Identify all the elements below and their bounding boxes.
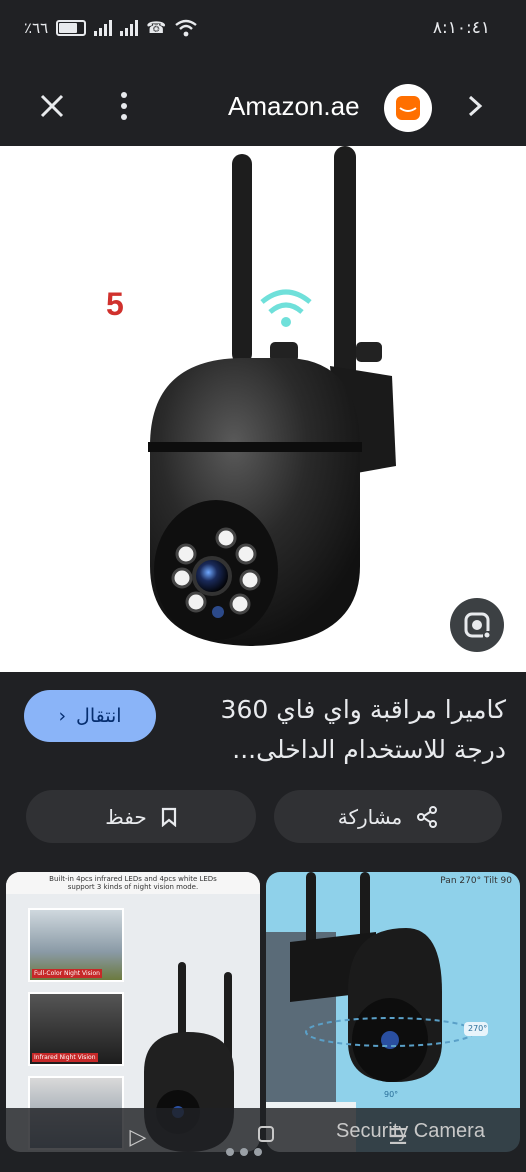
thumb-label-color: Full-Color Night Vision — [32, 969, 102, 978]
back-nav-icon[interactable]: ▷ — [118, 1124, 158, 1152]
result-title[interactable]: كاميرا مراقبة واي فاي 360 درجة للاستخدام… — [190, 690, 506, 770]
status-time: ٨:١٠:٤١ — [432, 18, 490, 38]
share-label: مشاركة — [337, 804, 403, 829]
image-overlay-number: 5 — [106, 286, 124, 322]
share-button[interactable]: مشاركة — [274, 790, 502, 843]
signal-icon-2 — [120, 19, 139, 36]
battery-percent: ٪٦٦ — [24, 18, 49, 37]
signal-icon — [94, 19, 113, 36]
custom-tab-toolbar: Amazon.ae — [0, 64, 526, 146]
save-button[interactable]: حفظ — [26, 790, 256, 843]
carousel-dots — [226, 1148, 262, 1156]
google-lens-button[interactable] — [450, 598, 504, 652]
call-icon: ☎ — [146, 18, 167, 37]
thumb-panel-ir: Infrared Night Vision — [28, 992, 124, 1066]
visit-button[interactable]: › انتقال — [24, 690, 156, 742]
thumb-panel-color: Full-Color Night Vision — [28, 908, 124, 982]
product-image[interactable]: 5 — [0, 146, 526, 672]
thumb-caption: Security Camera — [336, 1120, 485, 1142]
chevron-right-icon[interactable] — [458, 88, 492, 124]
battery-icon — [56, 19, 87, 36]
status-icons: ٪٦٦ ☎ — [24, 18, 198, 37]
visit-label: انتقال — [76, 705, 122, 727]
close-icon[interactable] — [32, 86, 72, 126]
camera-illustration — [148, 146, 396, 646]
wifi-icon — [175, 19, 197, 36]
thumb-label-ir: Infrared Night Vision — [32, 1053, 98, 1062]
lens-icon — [464, 612, 491, 639]
status-bar: ٪٦٦ ☎ ٨:١٠:٤١ — [0, 0, 526, 64]
angle-label-90: 90° — [384, 1090, 399, 1099]
thumb-top-text: Built-in 4pcs infrared LEDs and 4pcs whi… — [6, 872, 260, 894]
page-title: Amazon.ae — [228, 91, 360, 121]
chevron-left-icon: › — [58, 705, 67, 727]
bookmark-icon — [161, 807, 176, 827]
share-icon — [417, 805, 438, 828]
angle-label-270: 270° — [468, 1024, 488, 1033]
more-vert-icon[interactable] — [104, 86, 144, 126]
amazon-logo-icon — [384, 84, 432, 132]
save-label: حفظ — [105, 804, 147, 829]
